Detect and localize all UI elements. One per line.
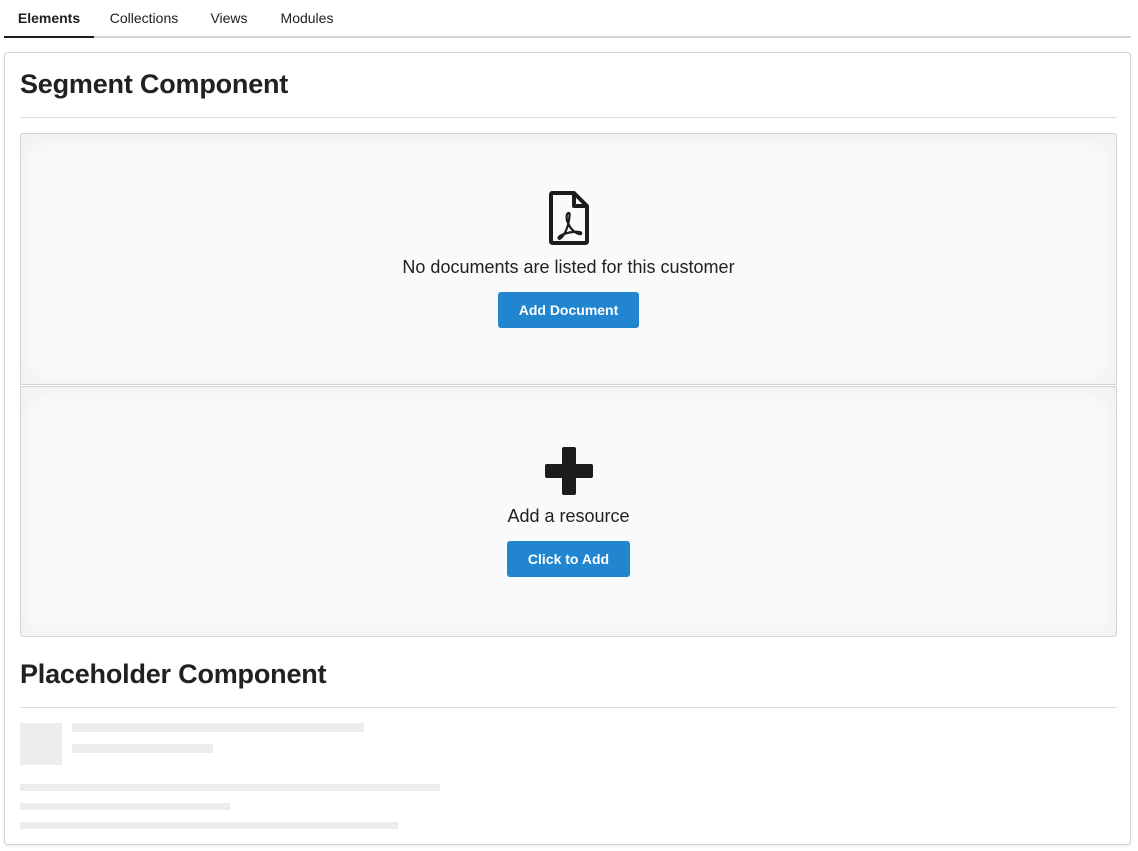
placeholder-image [20,723,62,765]
resource-segment: Add a resource Click to Add [20,386,1117,637]
section-divider [20,117,1117,118]
tab-views[interactable]: Views [194,0,264,38]
tab-elements[interactable]: Elements [4,0,94,38]
placeholder-line [72,723,364,732]
section-divider [20,707,1117,708]
tab-menu: Elements Collections Views Modules [4,0,1131,38]
plus-icon [544,446,593,500]
tab-label: Collections [109,10,179,26]
resource-message: Add a resource [507,505,630,526]
placeholder-line [20,803,230,810]
placeholder-line [20,822,398,829]
add-document-button[interactable]: Add Document [497,292,640,328]
main-card: Segment Component No documents are liste… [4,52,1131,845]
placeholder-line [72,744,213,753]
empty-message: No documents are listed for this custome… [402,257,735,277]
segment-component-title: Segment Component [20,69,289,99]
tab-collections[interactable]: Collections [94,0,194,38]
documents-segment: No documents are listed for this custome… [20,133,1117,385]
tab-label: Modules [280,10,334,26]
tab-label: Elements [17,10,81,26]
placeholder-component-title: Placeholder Component [20,659,327,689]
placeholder-line [20,784,440,791]
file-pdf-icon [547,190,591,251]
tab-modules[interactable]: Modules [264,0,350,38]
tab-label: Views [210,10,248,26]
click-to-add-button[interactable]: Click to Add [506,540,631,577]
